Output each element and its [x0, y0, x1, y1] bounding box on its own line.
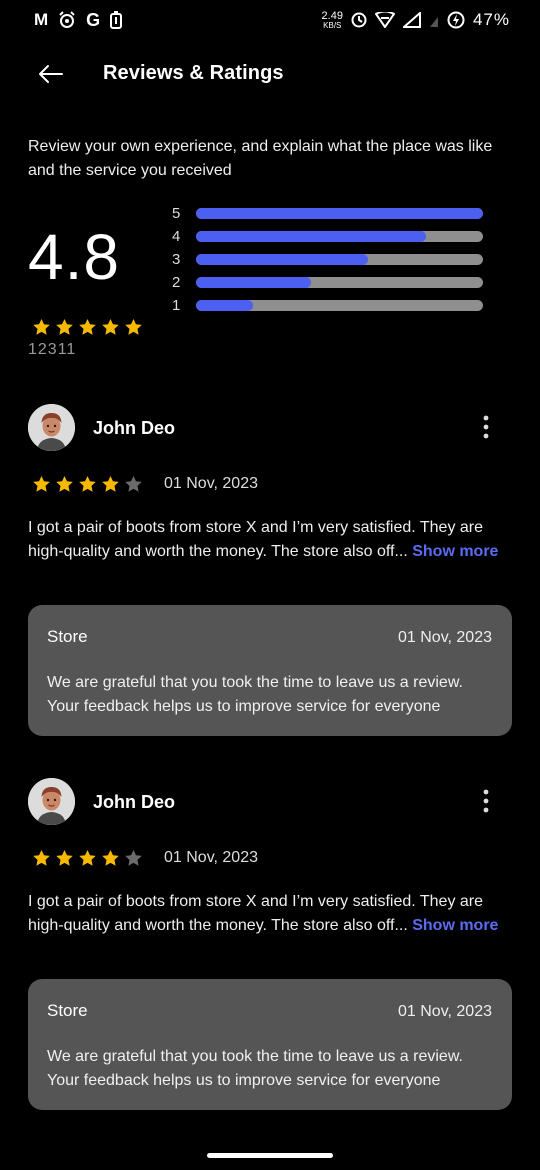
- alarm-icon: [58, 11, 76, 29]
- show-more-link[interactable]: Show more: [412, 917, 498, 934]
- more-options-button[interactable]: [480, 788, 492, 814]
- star-icon: [56, 849, 73, 866]
- wifi-icon: [374, 12, 395, 28]
- rating-bar-row: 2: [172, 271, 484, 294]
- rating-bar-label: 5: [172, 205, 181, 222]
- star-icon: [125, 318, 142, 335]
- rating-bar-fill: [196, 254, 369, 265]
- rating-bar-row: 3: [172, 248, 484, 271]
- star-icon: [79, 318, 96, 335]
- avatar-icon: [28, 404, 75, 451]
- app-header: Reviews & Ratings: [0, 52, 540, 96]
- review-text: I got a pair of boots from store X and I…: [28, 890, 518, 937]
- avatar[interactable]: [28, 778, 75, 825]
- network-speed-unit: KB/S: [323, 20, 342, 30]
- star-icon: [79, 849, 96, 866]
- store-reply-date: 01 Nov, 2023: [398, 629, 492, 646]
- google-icon: G: [86, 9, 101, 30]
- back-button[interactable]: [36, 62, 64, 86]
- signal-secondary-icon: [429, 12, 439, 28]
- arrow-left-icon: [39, 65, 63, 83]
- rating-bar-label: 4: [172, 228, 181, 245]
- review-stars: [32, 475, 143, 494]
- rating-bar-track: [196, 300, 483, 311]
- rating-bar-label: 1: [172, 297, 181, 314]
- star-empty-icon: [125, 475, 142, 492]
- rating-distribution: 5 4 3 2 1: [172, 202, 484, 317]
- rating-bar-fill: [196, 300, 254, 311]
- star-empty-icon: [125, 849, 142, 866]
- signal-icon: [402, 12, 421, 28]
- avatar[interactable]: [28, 404, 75, 451]
- rating-bar-fill: [196, 231, 426, 242]
- show-more-link[interactable]: Show more: [412, 543, 498, 560]
- review-stars: [32, 849, 143, 868]
- battery-saver-icon: [110, 11, 123, 29]
- avatar-icon: [28, 778, 75, 825]
- star-icon: [102, 475, 119, 492]
- average-stars: [32, 318, 143, 337]
- rating-bar-row: 4: [172, 225, 484, 248]
- rating-bar-track: [196, 208, 483, 219]
- rating-bar-row: 5: [172, 202, 484, 225]
- network-speed-value: 2.49: [321, 9, 343, 22]
- store-reply-card: Store 01 Nov, 2023 We are grateful that …: [28, 979, 512, 1110]
- rating-bar-fill: [196, 277, 311, 288]
- rating-bar-track: [196, 254, 483, 265]
- star-icon: [33, 849, 50, 866]
- store-reply-title: Store: [47, 627, 88, 646]
- notification-icons: M G: [34, 9, 123, 31]
- rating-count: 12311: [28, 341, 77, 358]
- data-saver-icon: [351, 12, 367, 28]
- rating-bar-row: 1: [172, 294, 484, 317]
- star-icon: [33, 318, 50, 335]
- store-reply-date: 01 Nov, 2023: [398, 1003, 492, 1020]
- rating-bar-label: 2: [172, 274, 181, 291]
- review-date: 01 Nov, 2023: [164, 849, 258, 866]
- review-date: 01 Nov, 2023: [164, 475, 258, 492]
- reviewer-name: John Deo: [93, 792, 176, 812]
- battery-icon: [447, 11, 465, 29]
- average-rating: 4.8: [28, 221, 120, 293]
- star-icon: [56, 318, 73, 335]
- network-speed: 2.49 KB/S: [321, 9, 343, 30]
- more-options-button[interactable]: [480, 414, 492, 440]
- store-reply-text: We are grateful that you took the time t…: [47, 1048, 463, 1089]
- home-indicator[interactable]: [207, 1153, 333, 1158]
- store-reply-text: We are grateful that you took the time t…: [47, 674, 463, 715]
- battery-level: 47%: [472, 10, 510, 29]
- star-icon: [102, 318, 119, 335]
- rating-bar-label: 3: [172, 251, 181, 268]
- more-vertical-icon: [483, 415, 489, 439]
- page-title: Reviews & Ratings: [103, 62, 284, 84]
- star-icon: [33, 475, 50, 492]
- store-reply-title: Store: [47, 1001, 88, 1020]
- rating-bar-fill: [196, 208, 483, 219]
- rating-bar-track: [196, 277, 483, 288]
- star-icon: [56, 475, 73, 492]
- star-icon: [102, 849, 119, 866]
- review-text: I got a pair of boots from store X and I…: [28, 516, 518, 563]
- gmail-icon: M: [34, 10, 49, 29]
- status-bar: M G 2.49 KB/S 47%: [0, 0, 540, 40]
- store-reply-card: Store 01 Nov, 2023 We are grateful that …: [28, 605, 512, 736]
- system-icons: 2.49 KB/S 47%: [322, 10, 510, 30]
- rating-bar-track: [196, 231, 483, 242]
- intro-text: Review your own experience, and explain …: [28, 138, 493, 179]
- more-vertical-icon: [483, 789, 489, 813]
- star-icon: [79, 475, 96, 492]
- reviewer-name: John Deo: [93, 418, 176, 438]
